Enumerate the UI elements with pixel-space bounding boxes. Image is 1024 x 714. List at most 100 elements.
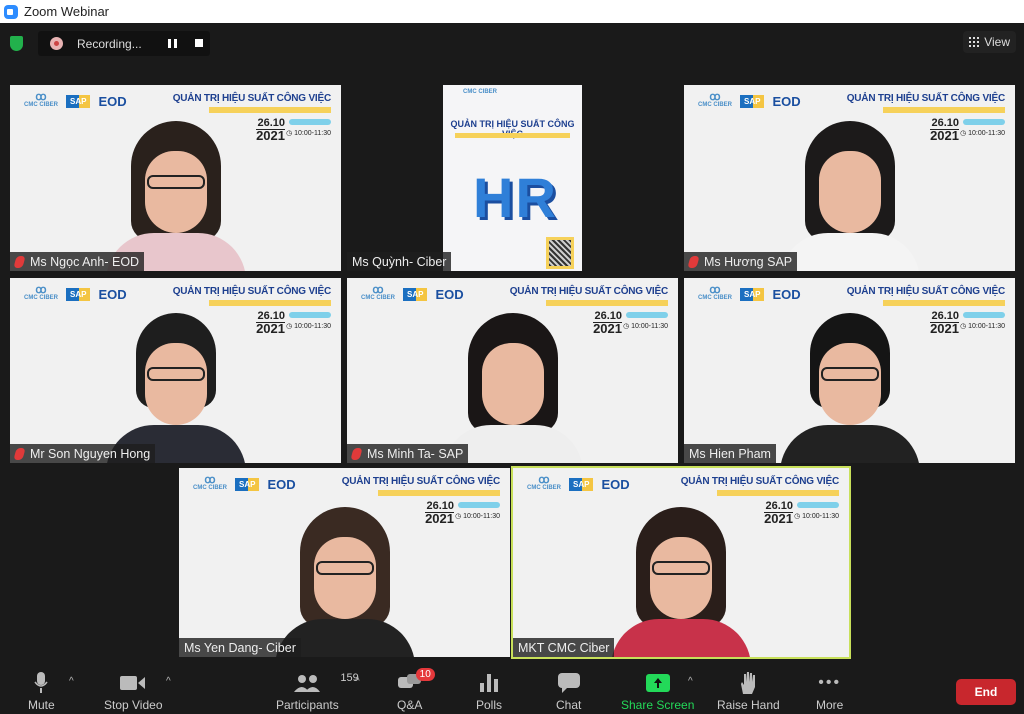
banner-strip xyxy=(378,490,500,496)
polls-label: Polls xyxy=(476,698,503,712)
participant-name: Mr Son Nguyen Hong xyxy=(30,446,151,461)
banner-time: ◷ 10:00-11:30 xyxy=(794,513,839,520)
banner-strip xyxy=(209,107,331,113)
banner-title: QUẢN TRỊ HIỆU SUẤT CÔNG VIỆC xyxy=(846,93,1005,104)
chat-button[interactable]: Chat xyxy=(556,672,581,712)
banner-time: ◷ 10:00-11:30 xyxy=(455,513,500,520)
participants-options-caret[interactable]: ^ xyxy=(355,676,360,687)
participant-name-label: Ms Minh Ta- SAP xyxy=(347,444,469,463)
banner-strip xyxy=(546,300,668,306)
participant-name: Ms Ngọc Anh- EOD xyxy=(30,254,140,269)
stop-recording-button[interactable] xyxy=(195,39,203,47)
grid-icon xyxy=(969,37,980,47)
stop-video-label: Stop Video xyxy=(104,698,163,712)
audio-options-caret[interactable]: ^ xyxy=(69,676,74,687)
cmc-ciber-logo: ꝏ CMC CIBER xyxy=(698,284,732,302)
window-title: Zoom Webinar xyxy=(24,4,110,19)
muted-mic-icon xyxy=(350,447,363,460)
banner-title: QUẢN TRỊ HIỆU SUẤT CÔNG VIỆC xyxy=(341,476,500,487)
muted-mic-icon xyxy=(687,255,700,268)
polls-chart-icon xyxy=(480,674,498,692)
banner-pill xyxy=(963,119,1005,125)
banner-title: QUẢN TRỊ HIỆU SUẤT CÔNG VIỆC xyxy=(680,476,839,487)
participant-name-label: MKT CMC Ciber xyxy=(513,638,615,657)
participant-name-label: Ms Hien Pham xyxy=(684,444,776,463)
raise-hand-button[interactable]: Raise Hand xyxy=(717,672,780,712)
banner-logos: ꝏ CMC CIBER SAP EOD xyxy=(24,284,127,302)
video-tile[interactable]: ꝏ CMC CIBER SAP EOD QUẢN TRỊ HIỆU SUẤT CÔ… xyxy=(10,85,341,271)
raise-hand-icon xyxy=(741,672,756,694)
banner-date: 26.10 2021 xyxy=(425,500,454,526)
banner-pill xyxy=(289,312,331,318)
banner-strip xyxy=(209,300,331,306)
video-tile[interactable]: ꝏ CMC CIBER SAP EOD QUẢN TRỊ HIỆU SUẤT CÔ… xyxy=(347,278,678,463)
share-options-caret[interactable]: ^ xyxy=(688,676,693,687)
video-tile[interactable]: ꝏ CMC CIBER SAP EOD QUẢN TRỊ HIỆU SUẤT CÔ… xyxy=(684,278,1015,463)
muted-mic-icon xyxy=(13,255,26,268)
zoom-logo-icon xyxy=(4,4,18,19)
banner-title: QUẢN TRỊ HIỆU SUẤT CÔNG VIỆC xyxy=(846,286,1005,297)
banner-logos: ꝏ CMC CIBER SAP EOD xyxy=(24,92,127,109)
share-screen-label: Share Screen xyxy=(621,698,695,712)
participant-name: Ms Yen Dang- Ciber xyxy=(184,640,296,655)
banner-pill xyxy=(289,119,331,125)
banner-title: QUẢN TRỊ HIỆU SUẤT CÔNG VIỆC xyxy=(509,286,668,297)
participants-icon xyxy=(294,675,321,692)
sap-logo: SAP xyxy=(235,477,260,491)
video-tile[interactable]: ꝏ CMC CIBER SAP EOD QUẢN TRỊ HIỆU SUẤT CÔ… xyxy=(179,468,510,657)
banner-time: ◷ 10:00-11:30 xyxy=(960,130,1005,137)
end-webinar-button[interactable]: End xyxy=(956,679,1016,705)
video-tile[interactable]: ꝏ CMC CIBER SAP EOD QUẢN TRỊ HIỆU SUẤT CÔ… xyxy=(511,466,851,659)
video-tile[interactable]: ꝏ CMC CIBER SAP EOD QUẢN TRỊ HIỆU SUẤT CÔ… xyxy=(684,85,1015,271)
participant-name-label: Ms Yen Dang- Ciber xyxy=(179,638,301,657)
qa-label: Q&A xyxy=(397,698,423,712)
banner-date: 26.10 2021 xyxy=(764,500,793,526)
polls-button[interactable]: Polls xyxy=(476,672,502,712)
participant-name: MKT CMC Ciber xyxy=(518,640,610,655)
participants-label: Participants xyxy=(276,698,339,712)
share-screen-button[interactable]: Share Screen xyxy=(621,672,694,712)
banner-date: 26.10 2021 xyxy=(593,310,622,336)
cmc-ciber-logo: ꝏ CMC CIBER xyxy=(361,284,395,302)
banner-time: ◷ 10:00-11:30 xyxy=(960,323,1005,330)
cmc-ciber-logo: ꝏ CMC CIBER xyxy=(24,284,58,302)
eod-logo: EOD xyxy=(601,476,630,492)
banner-logos: ꝏ CMC CIBER SAP EOD xyxy=(698,91,801,109)
mute-button[interactable]: Mute xyxy=(28,672,55,712)
banner-strip xyxy=(883,300,1005,306)
banner-title: QUẢN TRỊ HIỆU SUẤT CÔNG VIỆC xyxy=(172,93,331,104)
participant-name-label: Ms Quỳnh- Ciber xyxy=(347,252,452,271)
participant-name: Ms Hương SAP xyxy=(704,254,793,269)
banner-logos: ꝏ CMC CIBER SAP EOD xyxy=(527,475,630,492)
sap-logo: SAP xyxy=(403,287,428,301)
video-tile[interactable]: ꝏ CMC CIBER SAP EOD QUẢN TRỊ HIỆU SUẤT CÔ… xyxy=(10,278,341,463)
participant-name-label: Ms Ngọc Anh- EOD xyxy=(10,252,145,271)
pause-recording-button[interactable] xyxy=(168,39,177,48)
participant-name: Ms Hien Pham xyxy=(689,446,771,461)
participant-name-label: Ms Hương SAP xyxy=(684,252,798,271)
poster-logos: CMC CIBER xyxy=(463,89,497,95)
banner-strip xyxy=(883,107,1005,113)
muted-mic-icon xyxy=(13,447,26,460)
record-icon xyxy=(50,37,63,50)
recording-indicator: Recording... xyxy=(38,31,210,56)
encryption-shield-icon[interactable] xyxy=(10,36,23,51)
video-options-caret[interactable]: ^ xyxy=(166,676,171,687)
chat-label: Chat xyxy=(556,698,582,712)
mute-label: Mute xyxy=(28,698,55,712)
stop-video-button[interactable]: Stop Video xyxy=(104,672,163,712)
more-button[interactable]: ••• More xyxy=(816,672,843,712)
eod-logo: EOD xyxy=(267,476,296,492)
qa-button[interactable]: 10 Q&A xyxy=(397,668,435,712)
sap-logo: SAP xyxy=(66,94,91,108)
shared-poster: CMC CIBER QUẢN TRỊ HIỆU SUẤT CÔNG VIỆC H… xyxy=(443,85,582,271)
banner-date: 26.10 2021 xyxy=(256,117,285,143)
window-titlebar: Zoom Webinar xyxy=(0,0,1024,23)
banner-logos: ꝏ CMC CIBER SAP EOD xyxy=(361,284,464,302)
participants-button[interactable]: 159 Participants xyxy=(276,672,359,712)
meeting-topbar: Recording... View xyxy=(0,23,1024,63)
cmc-ciber-logo: ꝏ CMC CIBER xyxy=(698,91,732,109)
banner-pill xyxy=(458,502,500,508)
view-button[interactable]: View xyxy=(963,31,1016,53)
participant-name: Ms Minh Ta- SAP xyxy=(367,446,464,461)
